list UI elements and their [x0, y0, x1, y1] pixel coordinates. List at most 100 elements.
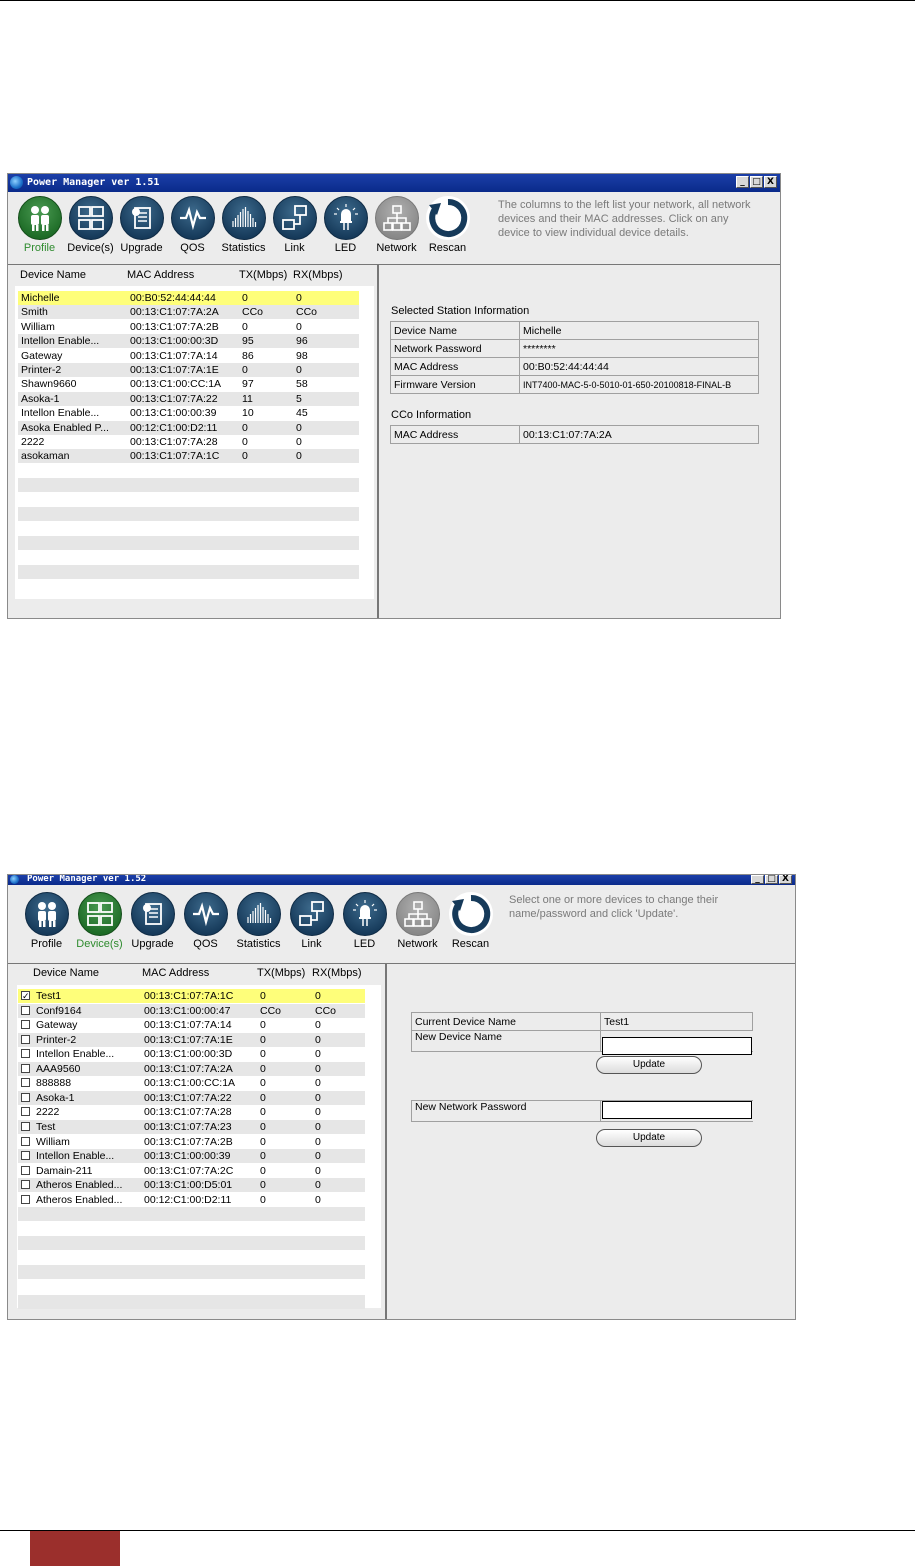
table-row[interactable]: Asoka-1 00:13:C1:07:7A:22 0 0: [18, 1090, 365, 1105]
table-row[interactable]: Intellon Enable... 00:13:C1:00:00:39 10 45: [18, 406, 359, 420]
table-row[interactable]: Asoka-1 00:13:C1:07:7A:22 11 5: [18, 391, 359, 406]
toolbar-upgrade[interactable]: Upgrade: [126, 892, 179, 950]
cell-name: Asoka Enabled P...: [21, 421, 109, 434]
row-checkbox[interactable]: [21, 1194, 30, 1204]
column-header-rx[interactable]: RX(Mbps): [293, 269, 343, 281]
rescan-refresh-icon: [425, 196, 470, 240]
column-header-device-name[interactable]: Device Name: [33, 967, 99, 979]
cell-tx: 0: [260, 1048, 266, 1061]
table-row[interactable]: William 00:13:C1:07:7A:2B 0 0: [18, 320, 359, 334]
cell-mac: 00:13:C1:07:7A:14: [130, 349, 218, 362]
row-checkbox[interactable]: [21, 1034, 30, 1044]
table-row[interactable]: 888888 00:13:C1:00:CC:1A 0 0: [18, 1076, 365, 1090]
table-row[interactable]: Atheros Enabled... 00:12:C1:00:D2:11 0 0: [18, 1193, 365, 1207]
toolbar-link[interactable]: Link: [269, 196, 320, 254]
toolbar-label: Device(s): [76, 938, 123, 950]
toolbar-qos[interactable]: QOS: [167, 196, 218, 254]
table-row[interactable]: Printer-2 00:13:C1:07:7A:1E 0 0: [18, 1032, 365, 1047]
table-row[interactable]: 2222 00:13:C1:07:7A:28 0 0: [18, 435, 359, 449]
minimize-button[interactable]: _: [751, 875, 764, 884]
table-row[interactable]: William 00:13:C1:07:7A:2B 0 0: [18, 1135, 365, 1149]
table-row[interactable]: Intellon Enable... 00:13:C1:00:00:39 0 0: [18, 1149, 365, 1164]
close-button[interactable]: X: [779, 875, 792, 884]
cell-rx: 0: [315, 1150, 321, 1163]
column-header-tx[interactable]: TX(Mbps): [239, 269, 287, 281]
row-checkbox[interactable]: [21, 1136, 30, 1146]
toolbar-devices[interactable]: Device(s): [65, 196, 116, 254]
update-password-button[interactable]: Update: [596, 1129, 702, 1147]
toolbar-rescan[interactable]: Rescan: [444, 892, 497, 950]
title-bar[interactable]: Power Manager ver 1.51 _ □ X: [8, 174, 780, 192]
table-row[interactable]: Gateway 00:13:C1:07:7A:14 0 0: [18, 1018, 365, 1032]
empty-table-row: [18, 521, 359, 535]
table-row[interactable]: Smith 00:13:C1:07:7A:2A CCo CCo: [18, 305, 359, 320]
row-checkbox[interactable]: [21, 1092, 30, 1102]
column-header-device-name[interactable]: Device Name: [20, 269, 86, 281]
qos-wave-icon: [183, 892, 228, 936]
cell-mac: 00:13:C1:00:00:39: [130, 407, 217, 420]
cell-rx: 0: [315, 1033, 321, 1046]
column-header-mac-address[interactable]: MAC Address: [127, 269, 194, 281]
maximize-button[interactable]: □: [765, 875, 778, 884]
cell-tx: 0: [242, 292, 248, 304]
cell-rx: CCo: [315, 1004, 337, 1017]
maximize-button[interactable]: □: [750, 176, 763, 188]
row-checkbox[interactable]: [21, 1049, 30, 1059]
table-row[interactable]: Damain-211 00:13:C1:07:7A:2C 0 0: [18, 1164, 365, 1178]
toolbar-network[interactable]: Network: [371, 196, 422, 254]
toolbar-link[interactable]: Link: [285, 892, 338, 950]
toolbar-profile[interactable]: Profile: [14, 196, 65, 254]
table-row[interactable]: AAA9560 00:13:C1:07:7A:2A 0 0: [18, 1061, 365, 1076]
cell-mac: 00:12:C1:00:D2:11: [130, 421, 218, 434]
row-checkbox[interactable]: [21, 1063, 30, 1073]
table-row[interactable]: Gateway 00:13:C1:07:7A:14 86 98: [18, 349, 359, 363]
toolbar-network[interactable]: Network: [391, 892, 444, 950]
table-row[interactable]: Intellon Enable... 00:13:C1:00:00:3D 0 0: [18, 1047, 365, 1061]
column-header-tx[interactable]: TX(Mbps): [257, 967, 305, 979]
new-password-input[interactable]: [602, 1101, 752, 1119]
toolbar-statistics[interactable]: Statistics: [232, 892, 285, 950]
table-row[interactable]: 2222 00:13:C1:07:7A:28 0 0: [18, 1105, 365, 1119]
toolbar-led[interactable]: LED: [338, 892, 391, 950]
table-row[interactable]: Intellon Enable... 00:13:C1:00:00:3D 95 96: [18, 334, 359, 349]
selected-station-table: Device Name Michelle Network Password ****…: [390, 321, 759, 394]
row-checkbox[interactable]: [21, 1078, 30, 1088]
new-device-name-input[interactable]: [602, 1037, 752, 1055]
row-checkbox[interactable]: ✓: [21, 991, 30, 1001]
toolbar-rescan[interactable]: Rescan: [422, 196, 473, 254]
toolbar-devices[interactable]: Device(s): [73, 892, 126, 950]
title-bar[interactable]: Power Manager ver 1.52 _ □ X: [8, 875, 795, 885]
row-checkbox[interactable]: [21, 1180, 30, 1190]
row-checkbox[interactable]: [21, 1005, 30, 1015]
minimize-button[interactable]: _: [736, 176, 749, 188]
table-row[interactable]: Asoka Enabled P... 00:12:C1:00:D2:11 0 0: [18, 420, 359, 435]
toolbar-upgrade[interactable]: Upgrade: [116, 196, 167, 254]
table-row[interactable]: ✓ Test1 00:13:C1:07:7A:1C 0 0: [18, 989, 365, 1003]
row-checkbox[interactable]: [21, 1151, 30, 1161]
table-row[interactable]: Atheros Enabled... 00:13:C1:00:D5:01 0 0: [18, 1178, 365, 1193]
toolbar-profile[interactable]: Profile: [20, 892, 73, 950]
table-row[interactable]: Test 00:13:C1:07:7A:23 0 0: [18, 1119, 365, 1134]
update-device-name-button[interactable]: Update: [596, 1056, 702, 1074]
row-checkbox[interactable]: [21, 1165, 30, 1175]
close-button[interactable]: X: [764, 176, 777, 188]
toolbar-statistics[interactable]: Statistics: [218, 196, 269, 254]
row-checkbox[interactable]: [21, 1020, 30, 1030]
table-row[interactable]: Conf9164 00:13:C1:00:00:47 CCo CCo: [18, 1003, 365, 1018]
page-footer-block: [30, 1531, 120, 1566]
cell-name: Gateway: [36, 1019, 78, 1032]
info-row: Current Device Name Test1: [411, 1012, 753, 1031]
table-row[interactable]: Michelle 00:B0:52:44:44:44 0 0: [18, 291, 359, 305]
column-header-rx[interactable]: RX(Mbps): [312, 967, 362, 979]
cell-mac: 00:13:C1:00:D5:01: [144, 1179, 233, 1192]
toolbar-qos[interactable]: QOS: [179, 892, 232, 950]
row-checkbox[interactable]: [21, 1107, 30, 1117]
row-checkbox[interactable]: [21, 1121, 30, 1131]
toolbar-led[interactable]: LED: [320, 196, 371, 254]
column-header-mac-address[interactable]: MAC Address: [142, 967, 209, 979]
cell-name: Printer-2: [36, 1033, 77, 1046]
table-row[interactable]: asokaman 00:13:C1:07:7A:1C 0 0: [18, 449, 359, 464]
current-device-label: Current Device Name: [411, 1012, 601, 1031]
table-row[interactable]: Shawn9660 00:13:C1:00:CC:1A 97 58: [18, 377, 359, 391]
table-row[interactable]: Printer-2 00:13:C1:07:7A:1E 0 0: [18, 363, 359, 377]
